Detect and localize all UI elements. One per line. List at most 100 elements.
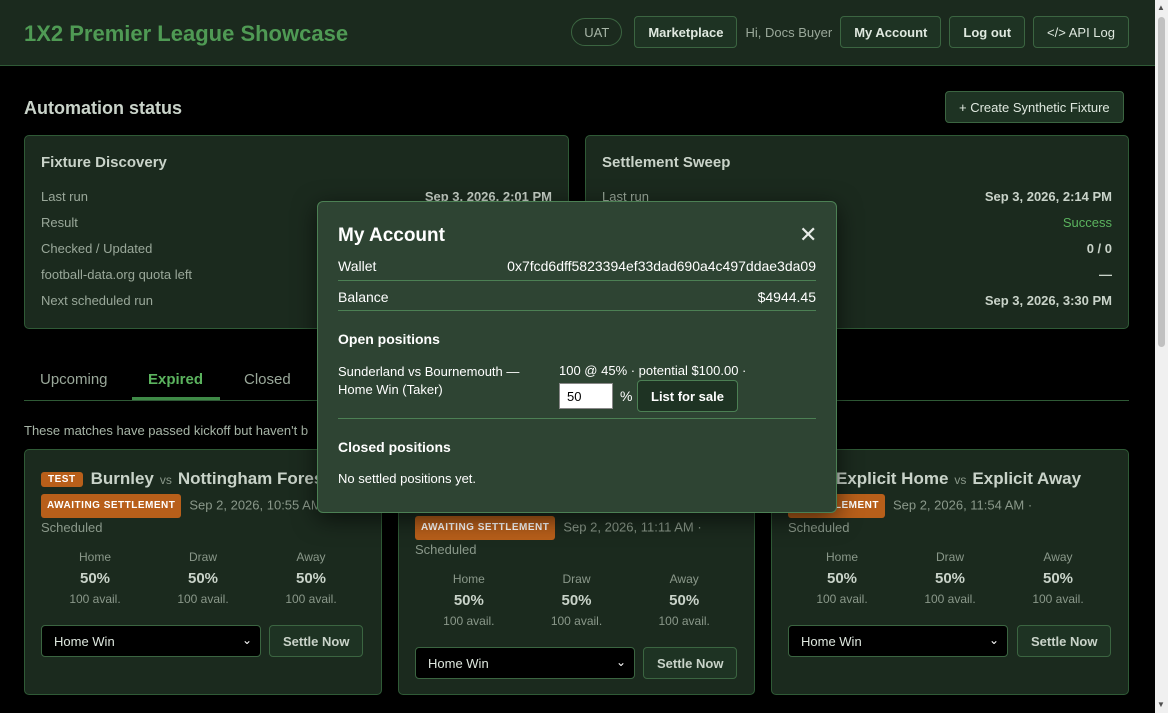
close-icon[interactable]: ✕ bbox=[799, 224, 817, 246]
row-value: 0 / 0 bbox=[1086, 241, 1112, 256]
odds-available: 100 avail. bbox=[177, 592, 229, 606]
top-bar: 1X2 Premier League Showcase UAT Marketpl… bbox=[0, 0, 1155, 66]
odds-available: 100 avail. bbox=[285, 592, 337, 606]
scroll-down-icon[interactable]: ▼ bbox=[1157, 700, 1165, 709]
panel-title: Fixture Discovery bbox=[41, 154, 167, 171]
test-badge: TEST bbox=[41, 472, 83, 488]
away-team: Explicit Away bbox=[972, 469, 1082, 488]
fixture-meta: AWAITING SETTLEMENT Sep 2, 2026, 11:11 AM… bbox=[415, 516, 702, 560]
outcome-select[interactable]: Home Win ⌄ bbox=[415, 647, 635, 679]
outcome-value: Home Win bbox=[801, 633, 862, 649]
outcome-value: Home Win bbox=[54, 633, 115, 649]
odds-label: Home bbox=[452, 572, 485, 586]
fixture-state: Scheduled bbox=[788, 520, 850, 535]
api-log-button[interactable]: </> API Log bbox=[1033, 16, 1129, 48]
tab-closed[interactable]: Closed bbox=[244, 371, 291, 388]
status-badge: AWAITING SETTLEMENT bbox=[41, 494, 182, 518]
row-label: Result bbox=[41, 215, 78, 230]
panel-title: Settlement Sweep bbox=[602, 154, 731, 171]
balance-value: $4944.45 bbox=[757, 289, 816, 305]
odds-percent: 50% bbox=[187, 570, 219, 587]
odds-percent: 50% bbox=[561, 592, 592, 609]
open-positions-heading: Open positions bbox=[338, 331, 440, 347]
create-synthetic-fixture-button[interactable]: + Create Synthetic Fixture bbox=[945, 91, 1124, 123]
row-value: — bbox=[1099, 267, 1112, 282]
list-percent-input[interactable]: 50 bbox=[559, 383, 613, 409]
odds-row: Home 50% 100 avail. Draw 50% 100 avail. Away… bbox=[788, 550, 1112, 606]
closed-positions-empty: No settled positions yet. bbox=[338, 471, 477, 486]
odds-home: Home 50% 100 avail. bbox=[788, 550, 896, 606]
odds-draw: Draw 50% 100 avail. bbox=[149, 550, 257, 606]
my-account-button[interactable]: My Account bbox=[840, 16, 942, 48]
divider bbox=[338, 280, 816, 281]
scroll-up-icon[interactable]: ▲ bbox=[1157, 3, 1165, 12]
home-team: Explicit Home bbox=[836, 469, 949, 488]
row-label: Next scheduled run bbox=[41, 293, 154, 308]
odds-draw: Draw 50% 100 avail. bbox=[896, 550, 1004, 606]
wallet-row: Wallet 0x7fcd6dff5823394ef33dad690a4c497… bbox=[338, 258, 816, 274]
active-tab-indicator bbox=[132, 397, 220, 400]
odds-available: 100 avail. bbox=[1032, 592, 1084, 606]
odds-percent: 50% bbox=[79, 570, 111, 587]
app-title: 1X2 Premier League Showcase bbox=[24, 21, 349, 46]
page: 1X2 Premier League Showcase UAT Marketpl… bbox=[0, 0, 1168, 713]
odds-available: 100 avail. bbox=[816, 592, 868, 606]
outcome-select[interactable]: Home Win ⌄ bbox=[41, 625, 261, 657]
kickoff-date: Sep 2, 2026, 10:55 AM · bbox=[189, 497, 330, 513]
modal-title: My Account bbox=[338, 225, 445, 246]
my-account-modal: My Account ✕ Wallet 0x7fcd6dff5823394ef3… bbox=[317, 201, 837, 513]
balance-label: Balance bbox=[338, 289, 389, 305]
automation-status-title: Automation status bbox=[24, 98, 183, 118]
odds-label: Away bbox=[669, 572, 699, 586]
wallet-address: 0x7fcd6dff5823394ef33dad690a4c497ddae3da… bbox=[507, 258, 816, 274]
tab-upcoming[interactable]: Upcoming bbox=[40, 371, 108, 388]
top-nav: UAT Marketplace Hi, Docs Buyer My Accoun… bbox=[571, 16, 1129, 48]
logout-button[interactable]: Log out bbox=[949, 16, 1026, 48]
odds-percent: 50% bbox=[669, 592, 700, 609]
settle-now-button[interactable]: Settle Now bbox=[1017, 625, 1112, 657]
row-label: Last run bbox=[41, 189, 88, 204]
fixture-state: Scheduled bbox=[415, 542, 477, 557]
wallet-label: Wallet bbox=[338, 258, 377, 274]
odds-percent: 50% bbox=[295, 570, 327, 587]
fixture-meta: AWAITING SETTLEMENT Sep 2, 2026, 10:55 AM… bbox=[41, 494, 330, 538]
odds-label: Home bbox=[825, 550, 858, 564]
odds-away: Away 50% 100 avail. bbox=[1004, 550, 1112, 606]
odds-available: 100 avail. bbox=[443, 614, 495, 628]
kickoff-date: Sep 2, 2026, 11:54 AM · bbox=[892, 497, 1033, 513]
odds-available: 100 avail. bbox=[658, 614, 710, 628]
settle-now-button[interactable]: Settle Now bbox=[269, 625, 364, 657]
marketplace-button[interactable]: Marketplace bbox=[634, 16, 738, 48]
percent-sign: % bbox=[620, 388, 633, 404]
closed-positions-heading: Closed positions bbox=[338, 439, 451, 455]
position-title: Sunderland vs Bournemouth — Home Win (Ta… bbox=[338, 364, 520, 397]
row-value: Success bbox=[1062, 215, 1112, 230]
list-for-sale-button[interactable]: List for sale bbox=[637, 380, 738, 412]
odds-away: Away 50% 100 avail. bbox=[630, 572, 738, 628]
row-value: Sep 3, 2026, 2:14 PM bbox=[984, 189, 1112, 204]
page-scrollbar[interactable]: ▲ ▼ bbox=[1155, 0, 1168, 713]
outcome-select[interactable]: Home Win ⌄ bbox=[788, 625, 1008, 657]
tab-expired[interactable]: Expired bbox=[148, 371, 203, 388]
position-info: 100 @ 45% · potential $100.00 · bbox=[559, 363, 747, 378]
settle-now-button[interactable]: Settle Now bbox=[643, 647, 738, 679]
expired-note: These matches have passed kickoff but ha… bbox=[24, 423, 309, 438]
odds-available: 100 avail. bbox=[69, 592, 121, 606]
divider bbox=[338, 310, 816, 311]
odds-label: Away bbox=[1043, 550, 1073, 564]
odds-percent: 50% bbox=[453, 592, 484, 609]
odds-label: Draw bbox=[188, 550, 217, 564]
odds-label: Away bbox=[296, 550, 326, 564]
match-title: TEST Burnley vs Nottingham Forest bbox=[41, 469, 329, 489]
odds-home: Home 50% 100 avail. bbox=[41, 550, 149, 606]
row-value: Sep 3, 2026, 3:30 PM bbox=[984, 293, 1112, 308]
greeting-text: Hi, Docs Buyer bbox=[745, 24, 833, 40]
odds-row: Home 50% 100 avail. Draw 50% 100 avail. Away… bbox=[415, 572, 738, 628]
match-title: Explicit Home vs Explicit Away bbox=[836, 469, 1081, 489]
fixture-state: Scheduled bbox=[41, 520, 103, 535]
scrollbar-thumb[interactable] bbox=[1158, 17, 1165, 347]
row-label: Checked / Updated bbox=[41, 241, 153, 256]
status-badge: AWAITING SETTLEMENT bbox=[415, 516, 556, 540]
home-team: Burnley bbox=[90, 469, 154, 488]
odds-away: Away 50% 100 avail. bbox=[257, 550, 365, 606]
